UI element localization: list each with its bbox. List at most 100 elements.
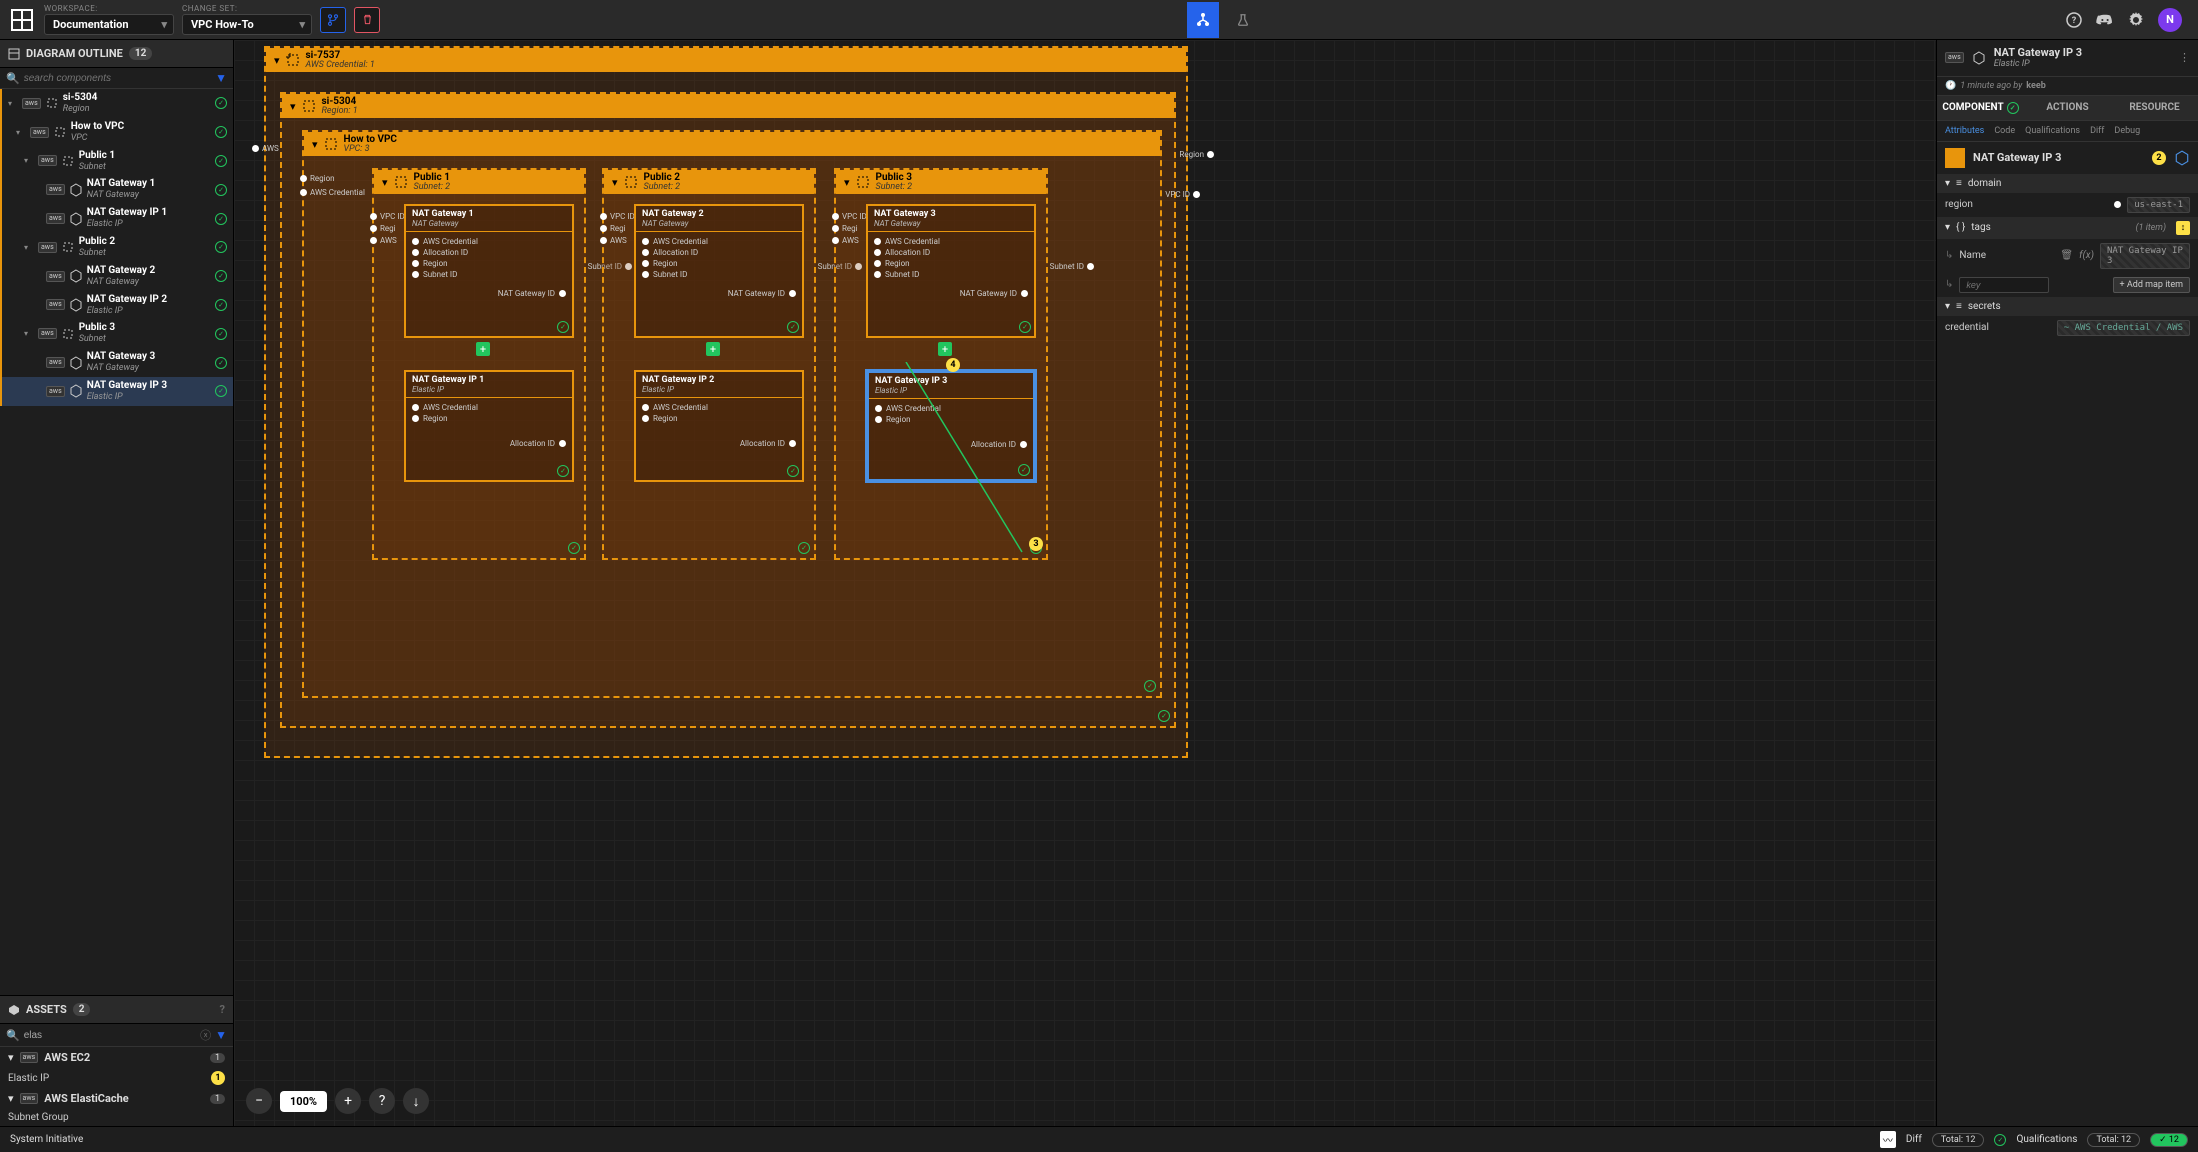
component-title: NAT Gateway IP 3	[1994, 46, 2171, 59]
frame-si-7537[interactable]: ▾ si-7537AWS Credential: 1 ▾ si-5304Regi…	[264, 46, 1188, 758]
outline-item[interactable]: ▾ aws Public 1Subnet ✓	[0, 147, 233, 176]
secrets-section-header[interactable]: ▾≡secrets	[1937, 297, 2198, 316]
check-icon: ✓	[215, 270, 227, 282]
frame-subnet[interactable]: ▾Public 1Subnet: 2 VPC ID Regi AWS Subne…	[372, 168, 586, 560]
region-value[interactable]: us-east-1	[2127, 197, 2190, 213]
hex-icon	[69, 183, 83, 197]
function-icon[interactable]: f(x)	[2079, 250, 2094, 261]
filter-icon[interactable]: ▼	[215, 71, 227, 85]
node-nat-gateway[interactable]: NAT Gateway 1NAT Gateway AWS CredentialA…	[404, 204, 574, 338]
subtab-attributes[interactable]: Attributes	[1945, 126, 1984, 136]
subtab-code[interactable]: Code	[1994, 126, 2015, 136]
more-icon[interactable]: ⋮	[2179, 51, 2190, 64]
workspace-select[interactable]: Documentation	[44, 14, 174, 35]
component-name: NAT Gateway IP 3	[1973, 151, 2144, 164]
changeset-select[interactable]: VPC How-To	[182, 14, 312, 35]
outline-item[interactable]: ▾ aws How to VPCVPC ✓	[0, 118, 233, 147]
discord-icon[interactable]	[2096, 13, 2114, 27]
sb-qual[interactable]: Qualifications	[2016, 1134, 2077, 1145]
tags-badge-icon: ↕	[2176, 221, 2190, 235]
add-connection-icon[interactable]: +	[938, 342, 952, 356]
frame-icon	[61, 327, 75, 341]
frame-subnet[interactable]: ▾Public 3Subnet: 2 VPC ID Regi AWS Subne…	[834, 168, 1048, 560]
settings-icon[interactable]	[2128, 12, 2144, 28]
frame-si-5304[interactable]: ▾ si-5304Region: 1 AWS Region ✓ ▾	[280, 92, 1176, 728]
subtab-debug[interactable]: Debug	[2114, 126, 2140, 136]
outline-item[interactable]: aws NAT Gateway IP 1Elastic IP ✓	[0, 204, 233, 233]
asset-item[interactable]: Elastic IP1	[0, 1068, 233, 1088]
assets-help-icon[interactable]: ?	[220, 1003, 225, 1016]
check-icon: ✓	[1144, 680, 1156, 692]
domain-section-header[interactable]: ▾≡domain	[1937, 174, 2198, 193]
aws-badge: aws	[38, 242, 57, 253]
delete-tag-icon[interactable]: 🗑	[2060, 250, 2073, 261]
aws-badge: aws	[1945, 52, 1964, 63]
outline-item[interactable]: aws NAT Gateway 2NAT Gateway ✓	[0, 262, 233, 291]
filter-icon[interactable]: ▼	[215, 1028, 227, 1042]
credential-value[interactable]: ~ AWS Credential / AWS	[2057, 320, 2190, 336]
download-button[interactable]: ↓	[403, 1088, 429, 1114]
add-connection-icon[interactable]: +	[706, 342, 720, 356]
aws-badge: aws	[30, 127, 49, 138]
chevron-icon: ▾	[24, 329, 34, 338]
outline-item[interactable]: aws NAT Gateway IP 3Elastic IP ✓	[0, 377, 233, 406]
outline-item[interactable]: ▾ aws si-5304Region ✓	[0, 89, 233, 118]
app-logo[interactable]	[8, 6, 36, 34]
node-elastic-ip[interactable]: NAT Gateway IP 1Elastic IP AWS Credentia…	[404, 370, 574, 482]
check-icon: ✓	[215, 385, 227, 397]
hex-icon	[69, 212, 83, 226]
node-elastic-ip[interactable]: NAT Gateway IP 3Elastic IP AWS Credentia…	[866, 370, 1036, 482]
outline-item[interactable]: aws NAT Gateway 1NAT Gateway ✓	[0, 175, 233, 204]
tag-key-input[interactable]	[1959, 277, 2049, 293]
asset-item[interactable]: Subnet Group	[0, 1109, 233, 1126]
outline-item[interactable]: aws NAT Gateway IP 2Elastic IP ✓	[0, 291, 233, 320]
help-button[interactable]: ?	[369, 1088, 395, 1114]
node-elastic-ip[interactable]: NAT Gateway IP 2Elastic IP AWS Credentia…	[634, 370, 804, 482]
tag-name-value[interactable]: NAT Gateway IP 3	[2100, 243, 2190, 269]
node-nat-gateway[interactable]: NAT Gateway 3NAT Gateway AWS CredentialA…	[866, 204, 1036, 338]
timestamp-icon: 🕐	[1945, 81, 1956, 91]
user-avatar[interactable]: N	[2158, 8, 2182, 32]
add-map-item-button[interactable]: + Add map item	[2113, 277, 2190, 293]
zoom-in-button[interactable]: +	[335, 1088, 361, 1114]
check-icon: ✓	[215, 241, 227, 253]
zoom-level[interactable]: 100%	[280, 1091, 327, 1112]
outline-item[interactable]: ▾ aws Public 3Subnet ✓	[0, 319, 233, 348]
tab-lab-icon[interactable]	[1227, 2, 1259, 38]
hex-icon[interactable]	[2174, 150, 2190, 166]
asset-category[interactable]: ▾awsAWS EC21	[0, 1047, 233, 1068]
diff-icon[interactable]: 〰	[1880, 1131, 1896, 1148]
hex-icon	[69, 356, 83, 370]
frame-icon	[53, 125, 67, 139]
assets-search-input[interactable]	[24, 1030, 196, 1041]
tab-diagram-icon[interactable]	[1187, 2, 1219, 38]
tab-actions[interactable]: ACTIONS	[2024, 96, 2111, 120]
frame-subnet[interactable]: ▾Public 2Subnet: 2 VPC ID Regi AWS Subne…	[602, 168, 816, 560]
check-icon: ✓	[215, 328, 227, 340]
search-icon: 🔍	[6, 1029, 20, 1042]
subtab-qualifications[interactable]: Qualifications	[2025, 126, 2080, 136]
tab-resource[interactable]: RESOURCE	[2111, 96, 2198, 120]
help-icon[interactable]: ?	[2066, 12, 2082, 28]
node-nat-gateway[interactable]: NAT Gateway 2NAT Gateway AWS CredentialA…	[634, 204, 804, 338]
subtab-diff[interactable]: Diff	[2090, 126, 2104, 136]
frame-icon	[45, 96, 59, 110]
check-icon: ✓	[215, 155, 227, 167]
tab-component[interactable]: COMPONENT✓	[1937, 96, 2024, 120]
tags-section-header[interactable]: ▾{ }tags (1 item) ↕	[1937, 217, 2198, 239]
add-connection-icon[interactable]: +	[476, 342, 490, 356]
canvas[interactable]: ▾ si-7537AWS Credential: 1 ▾ si-5304Regi…	[234, 40, 1936, 1126]
delete-changeset-button[interactable]	[354, 7, 380, 33]
sb-diff[interactable]: Diff	[1906, 1134, 1922, 1145]
check-icon: ✓	[215, 126, 227, 138]
outline-search-input[interactable]	[24, 73, 211, 84]
merge-button[interactable]	[320, 7, 346, 33]
right-panel: aws NAT Gateway IP 3 Elastic IP ⋮ 🕐 1 mi…	[1936, 40, 2198, 1126]
outline-item[interactable]: aws NAT Gateway 3NAT Gateway ✓	[0, 348, 233, 377]
frame-how-to-vpc[interactable]: ▾ How to VPCVPC: 3 Region AWS Credential…	[302, 130, 1162, 698]
outline-item[interactable]: ▾ aws Public 2Subnet ✓	[0, 233, 233, 262]
clear-search-icon[interactable]: ⓧ	[200, 1027, 211, 1043]
asset-category[interactable]: ▾awsAWS ElastiCache1	[0, 1088, 233, 1109]
zoom-out-button[interactable]: −	[246, 1088, 272, 1114]
aws-badge: aws	[38, 155, 57, 166]
